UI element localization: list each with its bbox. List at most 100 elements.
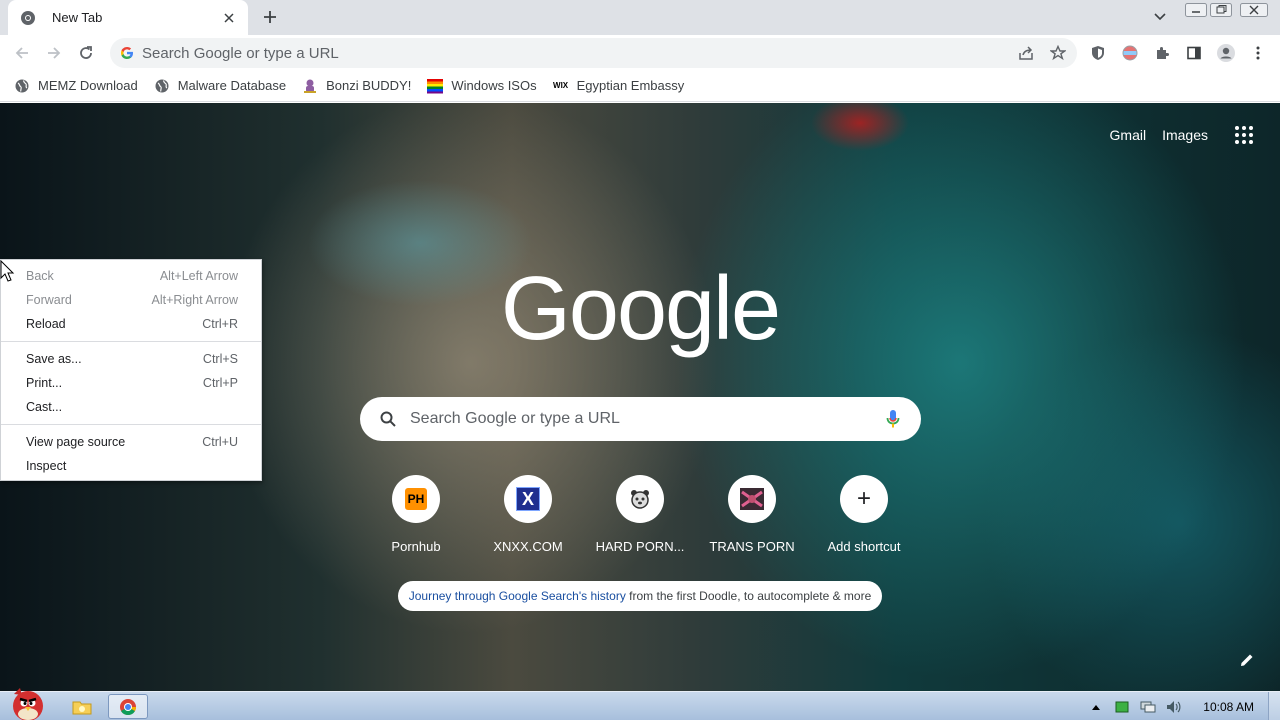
start-button[interactable] [6,686,50,720]
forward-button[interactable] [40,39,68,67]
profile-icon [1217,44,1235,62]
close-icon[interactable] [220,9,238,27]
bookmark-star-button[interactable] [1044,39,1072,67]
gmail-link[interactable]: Gmail [1110,127,1147,143]
images-link[interactable]: Images [1162,127,1208,143]
reload-button[interactable] [72,39,100,67]
shortcut-label: TRANS PORN [709,539,795,554]
network-icon[interactable] [1139,698,1157,716]
microphone-icon[interactable] [881,407,905,431]
menu-item-shortcut: Ctrl+R [202,317,238,331]
bookmark-label: Windows ISOs [451,78,537,93]
trans-porn-icon [740,488,764,510]
minimize-button[interactable] [1184,2,1208,18]
close-icon [1240,3,1268,17]
menu-separator [1,424,261,425]
share-button[interactable] [1012,39,1040,67]
bookmark-windows-isos[interactable]: Windows ISOs [427,78,537,94]
context-menu-reload[interactable]: Reload Ctrl+R [1,312,261,336]
shortcut-label: Pornhub [391,539,441,554]
menu-item-shortcut: Ctrl+U [202,435,238,449]
menu-item-shortcut: Ctrl+S [202,352,238,366]
shortcut-tile[interactable]: X XNXX.COM [472,475,584,554]
taskbar-clock[interactable]: 10:08 AM [1203,700,1254,714]
menu-item-shortcut: Ctrl+P [202,376,238,390]
promo-link[interactable]: Journey through Google Search's history [409,589,626,603]
shortcut-favicon: + [840,475,888,523]
chrome-menu-button[interactable] [1244,39,1272,67]
bookmark-malware-database[interactable]: Malware Database [154,78,286,94]
context-menu-view-source[interactable]: View page source Ctrl+U [1,430,261,454]
globe-icon [154,78,170,94]
mouse-cursor-icon [0,260,15,282]
ntp-search-box[interactable]: Search Google or type a URL [360,397,921,441]
plus-icon [264,11,276,23]
shortcut-favicon [728,475,776,523]
menu-item-label: Forward [26,293,72,307]
menu-item-label: Cast... [26,400,63,414]
back-button[interactable] [8,39,36,67]
bookmark-memz-download[interactable]: MEMZ Download [14,78,138,94]
google-apps-icon[interactable] [1232,123,1256,147]
context-menu-cast[interactable]: Cast... [1,395,261,419]
profile-button[interactable] [1212,39,1240,67]
show-desktop-button[interactable] [1268,692,1280,720]
show-hidden-icons-arrow[interactable] [1087,698,1105,716]
context-menu-back[interactable]: Back Alt+Left Arrow [1,264,261,288]
wix-icon: WIX [553,81,569,90]
minimize-icon [1185,3,1207,17]
shortcut-label: XNXX.COM [493,539,563,554]
customize-button[interactable] [1236,649,1258,671]
shortcut-tile[interactable]: HARD PORN... [584,475,696,554]
menu-item-label: Save as... [26,352,82,366]
angry-bird-icon [13,688,43,720]
promo-text: from the first Doodle, to autocomplete &… [625,589,872,603]
battery-icon[interactable] [1113,698,1131,716]
sidepanel-icon [1187,46,1201,60]
ntp-search-placeholder: Search Google or type a URL [410,410,620,427]
context-menu-save-as[interactable]: Save as... Ctrl+S [1,347,261,371]
tab-new-tab[interactable]: New Tab [8,0,248,35]
volume-icon[interactable] [1165,698,1183,716]
extension-icon [1122,45,1138,61]
context-menu-inspect[interactable]: Inspect [1,454,261,478]
extensions-menu-button[interactable] [1148,39,1176,67]
system-tray: 10:08 AM [1087,692,1280,720]
adblock-extension-button[interactable] [1084,39,1112,67]
bookmark-egyptian-embassy[interactable]: WIX Egyptian Embassy [553,78,684,94]
menu-item-label: Inspect [26,459,67,473]
forward-icon [48,47,61,59]
tab-search-button[interactable] [1150,8,1170,26]
context-menu-forward[interactable]: Forward Alt+Right Arrow [1,288,261,312]
puzzle-icon [1157,47,1169,59]
side-panel-button[interactable] [1180,39,1208,67]
shield-icon [1092,46,1104,60]
add-shortcut-tile[interactable]: + Add shortcut [808,475,920,554]
shortcut-favicon: PH [392,475,440,523]
reload-icon [80,46,92,59]
promo-banner: Journey through Google Search's history … [398,581,882,611]
menu-item-label: Reload [26,317,66,331]
share-icon [1019,46,1033,60]
google-g-icon [120,46,134,60]
taskbar-chrome[interactable] [108,694,148,719]
explorer-icon [72,701,92,714]
context-menu-print[interactable]: Print... Ctrl+P [1,371,261,395]
shortcuts-grid: PH Pornhub X XNXX.COM HARD PORN... TRANS… [360,475,920,565]
tab-strip: New Tab [0,0,1280,35]
extension-button[interactable] [1116,39,1144,67]
bookmark-label: MEMZ Download [38,78,138,93]
bookmark-bonzi-buddy[interactable]: Bonzi BUDDY! [302,78,411,94]
chrome-icon [120,698,137,715]
omnibox[interactable]: Search Google or type a URL [110,38,1077,68]
chevron-down-icon [1154,13,1166,21]
bookmark-label: Bonzi BUDDY! [326,78,412,93]
taskbar-explorer[interactable] [62,694,102,719]
shortcut-tile[interactable]: PH Pornhub [360,475,472,554]
shortcut-tile[interactable]: TRANS PORN [696,475,808,554]
restore-button[interactable] [1209,2,1233,18]
window-close-button[interactable] [1240,2,1268,18]
context-menu: Back Alt+Left Arrow Forward Alt+Right Ar… [0,259,262,481]
new-tab-button[interactable] [258,5,282,29]
restore-icon [1210,3,1232,17]
